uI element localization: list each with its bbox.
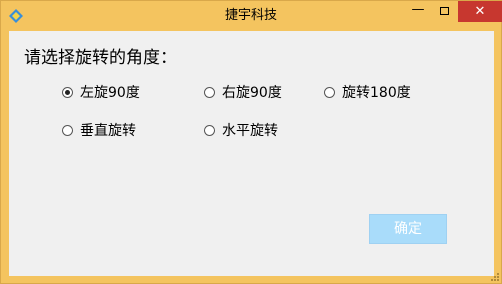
radio-selected-dot — [65, 89, 70, 95]
resize-grip-icon[interactable] — [491, 273, 499, 281]
minimize-button[interactable]: — — [404, 1, 432, 22]
radio-circle[interactable] — [62, 86, 73, 98]
radio-label[interactable]: 垂直旋转 — [80, 120, 136, 140]
radio-circle[interactable] — [204, 86, 215, 98]
radio-circle[interactable] — [204, 124, 215, 136]
radio-label[interactable]: 右旋90度 — [222, 82, 282, 102]
radio-label[interactable]: 水平旋转 — [222, 120, 278, 140]
radio-rotate-180[interactable]: 旋转180度 — [324, 82, 411, 102]
radio-circle[interactable] — [62, 124, 73, 136]
radio-horizontal-flip[interactable]: 水平旋转 — [204, 120, 278, 140]
radio-circle[interactable] — [324, 86, 335, 98]
radio-label[interactable]: 旋转180度 — [342, 82, 411, 102]
title-bar[interactable]: 捷宇科技 — ✕ — [1, 1, 502, 31]
radio-rotate-right-90[interactable]: 右旋90度 — [204, 82, 282, 102]
dialog-window: 捷宇科技 — ✕ 请选择旋转的角度： 左旋90度 右旋90度 旋转180度 垂直… — [0, 0, 502, 284]
dialog-body: 请选择旋转的角度： 左旋90度 右旋90度 旋转180度 垂直旋转 水平旋转 确… — [9, 31, 494, 276]
maximize-icon — [440, 7, 449, 15]
close-button[interactable]: ✕ — [458, 1, 502, 22]
maximize-button[interactable] — [432, 1, 458, 22]
radio-label[interactable]: 左旋90度 — [80, 82, 140, 102]
radio-rotate-left-90[interactable]: 左旋90度 — [62, 82, 140, 102]
prompt-label: 请选择旋转的角度： — [24, 48, 177, 68]
ok-button[interactable]: 确定 — [369, 214, 447, 244]
radio-vertical-flip[interactable]: 垂直旋转 — [62, 120, 136, 140]
